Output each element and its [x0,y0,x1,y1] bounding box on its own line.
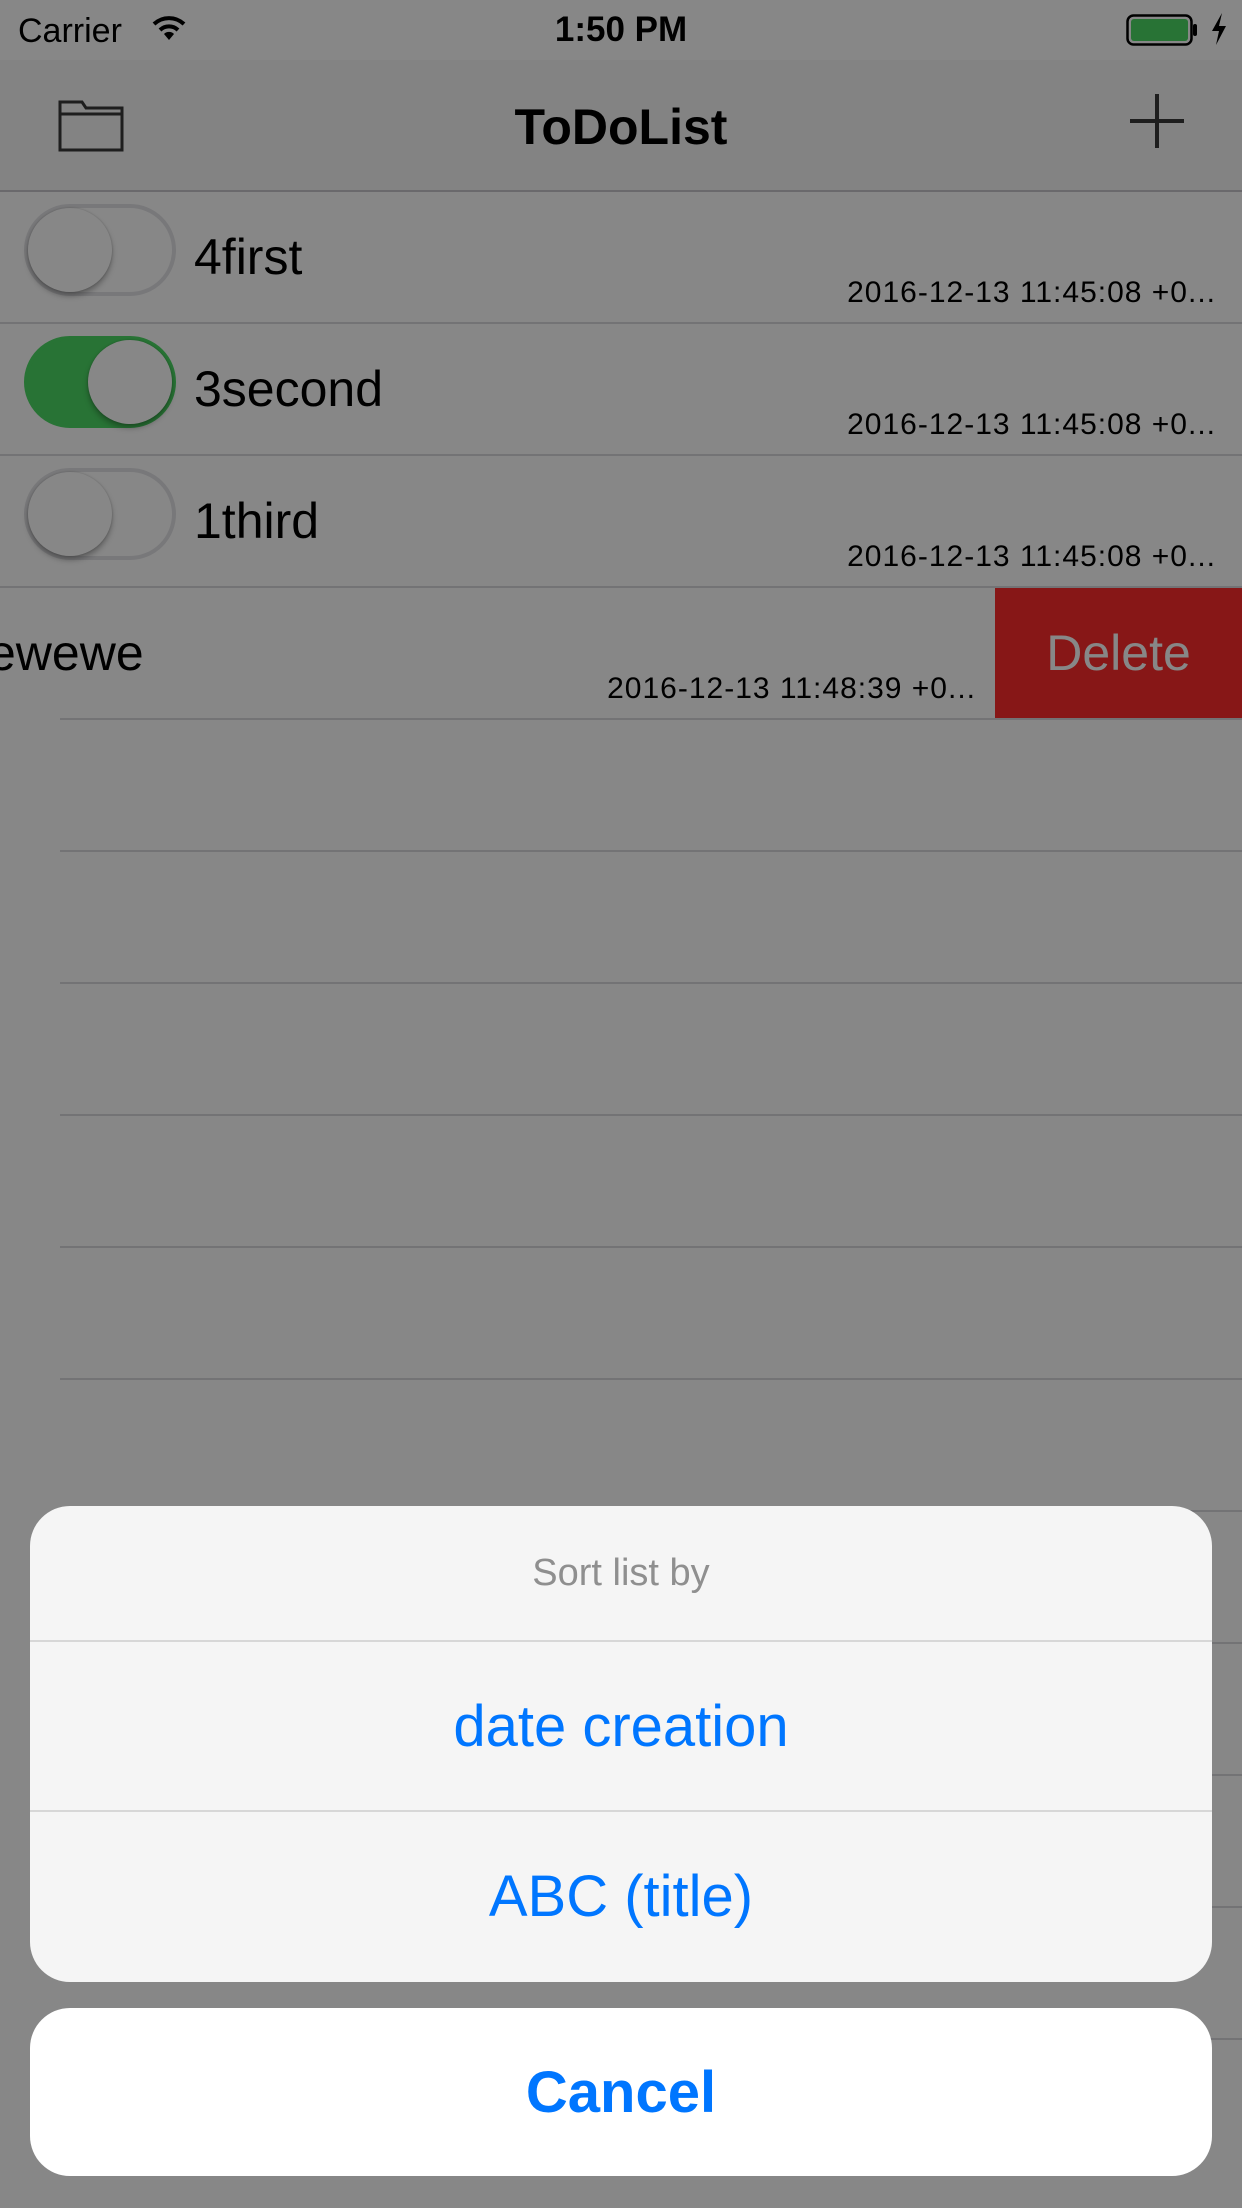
cancel-button[interactable]: Cancel [30,2008,1212,2176]
sort-by-title-button[interactable]: ABC (title) [30,1810,1212,1980]
sort-by-date-button[interactable]: date creation [30,1640,1212,1810]
sort-action-sheet: Sort list by date creation ABC (title) [30,1506,1212,1982]
action-sheet-title: Sort list by [532,1551,710,1594]
